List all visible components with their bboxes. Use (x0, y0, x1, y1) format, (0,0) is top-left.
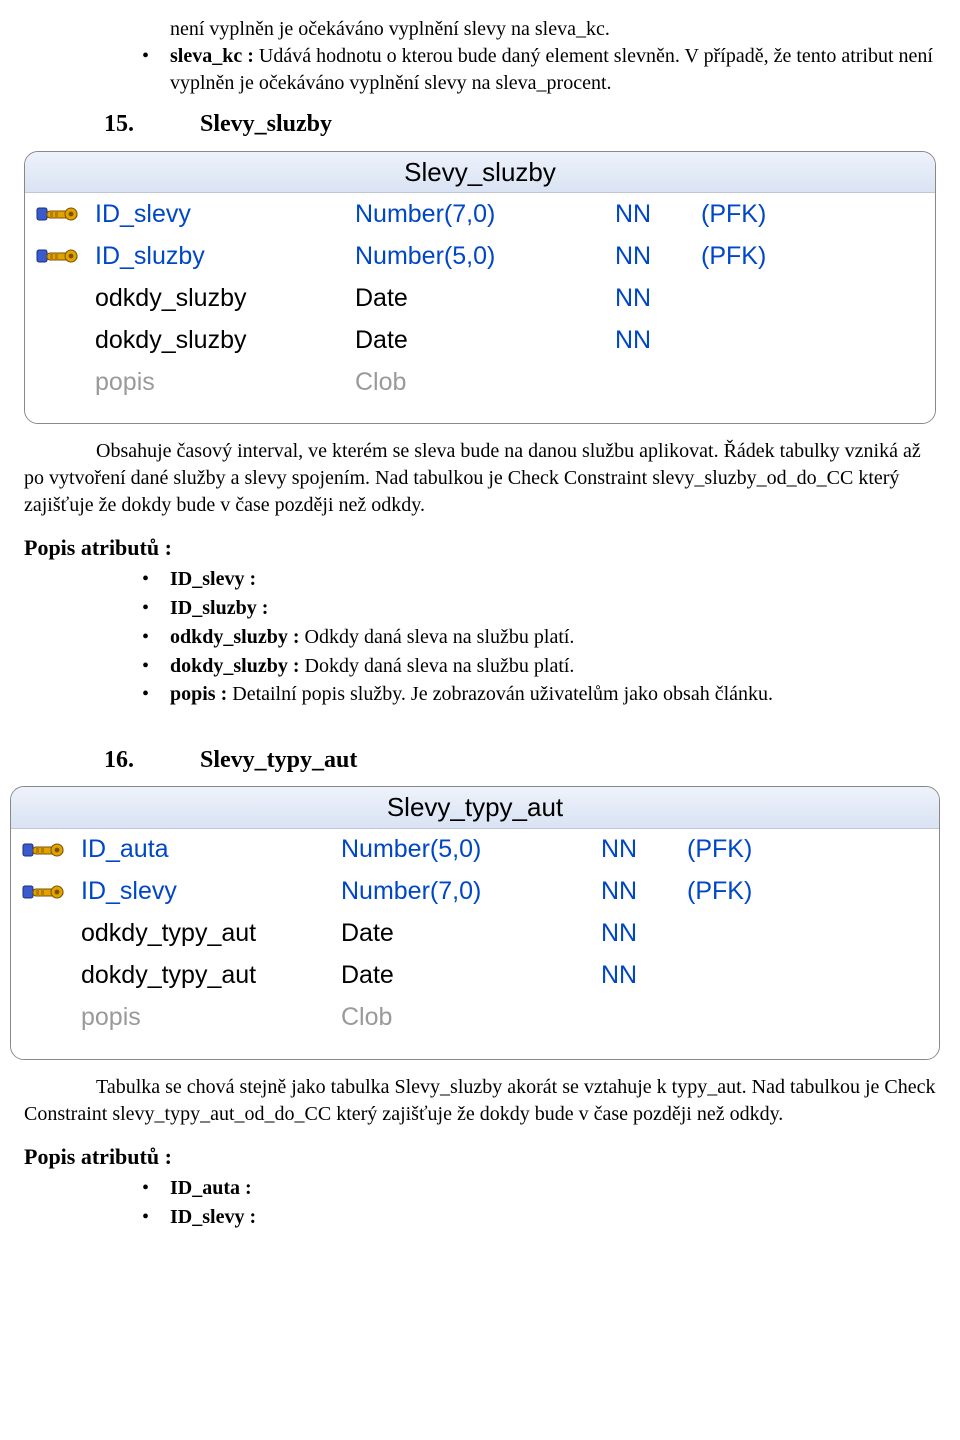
table-row: odkdy_sluzbyDateNN (25, 277, 935, 319)
column-name: ID_auta (81, 833, 341, 867)
db-table-rows: ID_slevyNumber(7,0)NN(PFK) ID_sluzbyNumb… (25, 193, 935, 423)
db-table-caption: Slevy_typy_aut (11, 787, 939, 829)
list-item: odkdy_sluzby : Odkdy daná sleva na služb… (142, 624, 936, 651)
section-15-paragraph: Obsahuje časový interval, ve kterém se s… (24, 438, 936, 518)
column-name: dokdy_typy_aut (81, 959, 341, 993)
table-row: popisClob (25, 361, 935, 403)
table-row: dokdy_sluzbyDateNN (25, 319, 935, 361)
table-row: ID_slevyNumber(7,0)NN(PFK) (25, 193, 935, 235)
intro-bullet-rest: Udává hodnotu o kterou bude daný element… (170, 45, 933, 94)
attr-name: dokdy_sluzby : (170, 655, 300, 677)
column-name: dokdy_sluzby (95, 324, 355, 358)
section-16-heading: 16. Slevy_typy_aut (104, 744, 936, 776)
attr-name: odkdy_sluzby : (170, 626, 300, 648)
key-icon (21, 961, 67, 991)
intro-list: sleva_kc : Udává hodnotu o kterou bude d… (24, 43, 936, 97)
key-icon (35, 367, 81, 397)
section-16-num: 16. (104, 744, 194, 776)
column-type: Date (355, 324, 615, 358)
intro-bullet-bold: sleva_kc : (170, 45, 254, 67)
section-15-heading: 15. Slevy_sluzby (104, 108, 936, 140)
column-nn: NN (615, 198, 695, 232)
table-row: odkdy_typy_autDateNN (11, 913, 939, 955)
list-item: ID_sluzby : (142, 595, 936, 622)
column-type: Number(7,0) (341, 875, 601, 909)
db-table-slevy-sluzby: Slevy_sluzby ID_slevyNumber(7,0)NN(PFK) … (24, 151, 936, 425)
key-icon (21, 877, 67, 907)
column-nn: NN (615, 282, 695, 316)
popis-atributu-16: Popis atributů : (24, 1142, 936, 1171)
column-type: Clob (355, 366, 615, 400)
attr-name: ID_sluzby : (170, 597, 268, 619)
column-name: ID_sluzby (95, 240, 355, 274)
column-type: Number(5,0) (341, 833, 601, 867)
attr-desc: Dokdy daná sleva na službu platí. (300, 655, 575, 677)
section-15-title: Slevy_sluzby (200, 111, 332, 137)
column-nn: NN (601, 917, 681, 951)
section-16-para-text: Tabulka se chová stejně jako tabulka Sle… (24, 1074, 936, 1128)
key-icon (35, 199, 81, 229)
db-table-slevy-typy-aut: Slevy_typy_aut ID_autaNumber(5,0)NN(PFK)… (10, 786, 940, 1060)
key-icon (21, 1003, 67, 1033)
column-nn: NN (615, 240, 695, 274)
attr-desc: Odkdy daná sleva na službu platí. (300, 626, 575, 648)
db-table-caption: Slevy_sluzby (25, 152, 935, 194)
column-keytag: (PFK) (695, 198, 935, 232)
table-row: dokdy_typy_autDateNN (11, 955, 939, 997)
intro-line1: není vyplněn je očekáváno vyplnění slevy… (24, 16, 936, 43)
attrs-list-16: ID_auta : ID_slevy : (24, 1175, 936, 1231)
attr-name: ID_auta : (170, 1177, 252, 1199)
column-keytag: (PFK) (681, 833, 939, 867)
key-icon (35, 325, 81, 355)
column-type: Date (341, 917, 601, 951)
column-type: Number(7,0) (355, 198, 615, 232)
section-15-num: 15. (104, 108, 194, 140)
table-row: ID_autaNumber(5,0)NN(PFK) (11, 829, 939, 871)
column-nn: NN (601, 833, 681, 867)
attr-desc: Detailní popis služby. Je zobrazován uži… (227, 683, 773, 705)
column-name: ID_slevy (81, 875, 341, 909)
column-type: Date (341, 959, 601, 993)
key-icon (21, 919, 67, 949)
column-keytag: (PFK) (681, 875, 939, 909)
column-type: Date (355, 282, 615, 316)
section-16-paragraph: Tabulka se chová stejně jako tabulka Sle… (24, 1074, 936, 1128)
column-name: ID_slevy (95, 198, 355, 232)
list-item: popis : Detailní popis služby. Je zobraz… (142, 681, 936, 708)
popis-atributu-15: Popis atributů : (24, 533, 936, 562)
column-nn: NN (601, 959, 681, 993)
db-table-rows: ID_autaNumber(5,0)NN(PFK) ID_slevyNumber… (11, 829, 939, 1059)
attr-name: ID_slevy : (170, 568, 256, 590)
column-nn: NN (601, 875, 681, 909)
key-icon (35, 283, 81, 313)
table-row: ID_slevyNumber(7,0)NN(PFK) (11, 871, 939, 913)
intro-block: není vyplněn je očekáváno vyplnění slevy… (24, 16, 936, 96)
attrs-list-15: ID_slevy : ID_sluzby : odkdy_sluzby : Odkd… (24, 566, 936, 708)
column-name: popis (81, 1001, 341, 1035)
column-name: popis (95, 366, 355, 400)
list-item: ID_slevy : (142, 1204, 936, 1231)
column-type: Number(5,0) (355, 240, 615, 274)
column-keytag: (PFK) (695, 240, 935, 274)
list-item: ID_slevy : (142, 566, 936, 593)
key-icon (21, 835, 67, 865)
table-row: ID_sluzbyNumber(5,0)NN(PFK) (25, 235, 935, 277)
attr-name: ID_slevy : (170, 1206, 256, 1228)
intro-bullet: sleva_kc : Udává hodnotu o kterou bude d… (142, 43, 936, 97)
table-row: popisClob (11, 997, 939, 1039)
column-name: odkdy_sluzby (95, 282, 355, 316)
column-nn: NN (615, 324, 695, 358)
column-type: Clob (341, 1001, 601, 1035)
column-name: odkdy_typy_aut (81, 917, 341, 951)
list-item: dokdy_sluzby : Dokdy daná sleva na služb… (142, 653, 936, 680)
section-16-title: Slevy_typy_aut (200, 747, 357, 773)
list-item: ID_auta : (142, 1175, 936, 1202)
key-icon (35, 241, 81, 271)
section-15-para-text: Obsahuje časový interval, ve kterém se s… (24, 438, 936, 518)
attr-name: popis : (170, 683, 227, 705)
